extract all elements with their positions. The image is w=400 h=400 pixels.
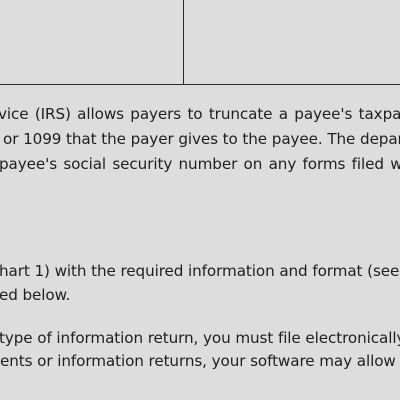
paragraph-line: type of information return, you must fil… [0,329,400,347]
form-table-cell-left [0,0,183,84]
paragraph-line: ed below. [0,286,71,304]
paragraph-line: vice (IRS) allows payers to truncate a p… [0,105,400,123]
paragraph-line: hart 1) with the required information an… [0,262,400,280]
paragraph-line: payee's social security number on any fo… [0,155,400,173]
document-page: vice (IRS) allows payers to truncate a p… [0,0,400,400]
form-table-cell-right [184,0,400,84]
paragraph-line: or 1099 that the payer gives to the paye… [3,130,400,148]
form-table [0,0,400,85]
paragraph-line: ents or information returns, your softwa… [0,352,396,370]
